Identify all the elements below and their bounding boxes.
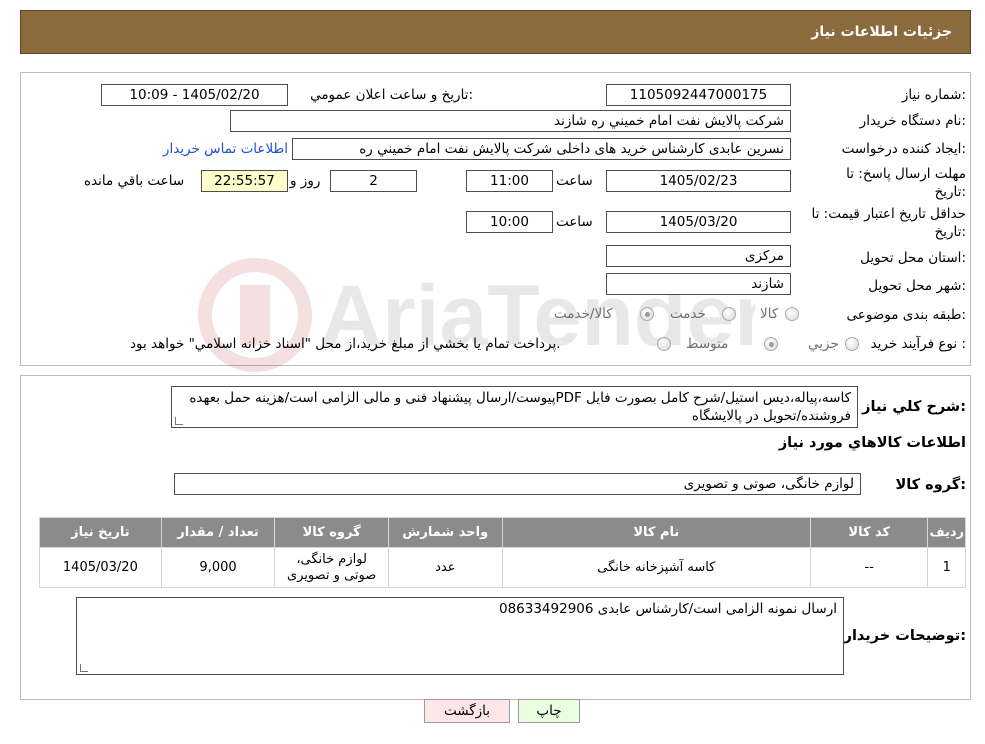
- summary-label: شرح كلي نياز:: [862, 399, 966, 415]
- back-button[interactable]: بازگشت: [424, 699, 510, 723]
- category-radio-service[interactable]: [722, 307, 736, 321]
- cell-group: لوازم خانگی، صوتی و تصویری: [274, 547, 389, 588]
- cell-row-number: 1: [927, 547, 966, 588]
- col-quantity: تعداد / مقدار: [160, 517, 276, 548]
- process-radio-treasury[interactable]: [657, 337, 671, 351]
- cell-unit: عدد: [387, 547, 503, 588]
- need-number-field: 1105092447000175: [606, 84, 791, 106]
- deadline-date-field: 1405/02/23: [606, 170, 791, 192]
- items-table: رديف كد كالا نام كالا واحد شمارش گروه كا…: [39, 517, 966, 588]
- announce-date-label: تاریخ و ساعت اعلان عمومي:: [310, 87, 473, 103]
- col-need-date: تاريخ نياز: [39, 517, 162, 548]
- price-validity-time-field: 10:00: [466, 211, 553, 233]
- buyer-org-field: شرکت پالايش نفت امام خميني ره شازند: [230, 110, 791, 132]
- province-label: استان محل تحويل:: [860, 250, 966, 266]
- remaining-time-field: 22:55:57: [201, 170, 288, 192]
- cell-item-code: --: [810, 547, 929, 588]
- buyer-notes-label: توضيحات خريدار:: [843, 628, 966, 644]
- category-option-service: خدمت: [670, 306, 706, 322]
- city-field: شازند: [606, 273, 791, 295]
- process-type-label: نوع فرآيند خريد :: [870, 336, 966, 352]
- cell-item-name: کاسه آشپزخانه خانگی: [501, 547, 812, 588]
- col-row-number: رديف: [927, 517, 966, 548]
- summary-text: کاسه،پیاله،دیس استیل/شرح کامل بصورت فایل…: [189, 390, 851, 424]
- category-label: طبقه بندی موضوعی:: [846, 307, 966, 323]
- col-group: گروه كالا: [274, 517, 389, 548]
- category-radio-goods[interactable]: [785, 307, 799, 321]
- process-radio-medium[interactable]: [764, 337, 778, 351]
- deadline-time-label: ساعت: [556, 173, 593, 189]
- print-button[interactable]: چاپ: [518, 699, 580, 723]
- price-validity-label-date: تاريخ:: [934, 224, 966, 240]
- cell-quantity: 9,000: [160, 547, 276, 588]
- page-header: جزئیات اطلاعات نیاز: [20, 10, 971, 54]
- creator-label: ايجاد كننده درخواست:: [841, 141, 966, 157]
- days-field: 2: [330, 170, 417, 192]
- goods-group-field: لوازم خانگی، صوتی و تصویری: [174, 473, 861, 495]
- deadline-label: مهلت ارسال پاسخ: تا: [846, 166, 966, 182]
- buyer-org-label: نام دستگاه خريدار:: [859, 113, 966, 129]
- page-title: جزئیات اطلاعات نیاز: [811, 24, 952, 40]
- items-table-header: رديف كد كالا نام كالا واحد شمارش گروه كا…: [39, 517, 966, 548]
- summary-textarea[interactable]: کاسه،پیاله،دیس استیل/شرح کامل بصورت فایل…: [171, 386, 858, 428]
- process-radio-minor[interactable]: [845, 337, 859, 351]
- col-item-code: كد كالا: [810, 517, 929, 548]
- col-unit: واحد شمارش: [387, 517, 503, 548]
- deadline-time-field: 11:00: [466, 170, 553, 192]
- need-number-label: شماره نیاز:: [901, 87, 966, 103]
- process-option-medium: متوسط: [686, 336, 729, 352]
- resize-handle-icon[interactable]: [175, 417, 183, 425]
- process-option-minor: جزيي: [808, 336, 839, 352]
- announce-date-field: 1405/02/20 - 10:09: [101, 84, 288, 106]
- deadline-label-date: تاريخ:: [934, 184, 966, 200]
- price-validity-time-label: ساعت: [556, 214, 593, 230]
- table-row: 1 -- کاسه آشپزخانه خانگی عدد لوازم خانگی…: [39, 547, 966, 588]
- creator-field: نسرين عابدی کارشناس خريد های داخلی شرکت …: [292, 138, 791, 160]
- buyer-notes-textarea[interactable]: ارسال نمونه الزامی است/کارشناس عابدی 086…: [76, 597, 844, 675]
- treasury-note: پرداخت تمام يا بخشي از مبلغ خريد،از محل …: [130, 336, 561, 352]
- category-option-goods-service: کالا/خدمت: [554, 306, 613, 322]
- city-label: شهر محل تحويل:: [868, 278, 966, 294]
- price-validity-label: حداقل تاريخ اعتبار قيمت: تا: [811, 206, 966, 222]
- category-option-goods: کالا: [760, 306, 779, 322]
- remaining-time-label: ساعت باقي مانده: [84, 173, 185, 189]
- price-validity-date-field: 1405/03/20: [606, 211, 791, 233]
- col-item-name: نام كالا: [501, 517, 812, 548]
- resize-handle-icon[interactable]: [80, 664, 88, 672]
- items-section-title: اطلاعات كالاهاي مورد نياز: [778, 435, 966, 451]
- buyer-contact-link[interactable]: اطلاعات تماس خريدار: [163, 141, 288, 157]
- province-field: مرکزی: [606, 245, 791, 267]
- goods-group-label: گروه كالا:: [895, 477, 966, 493]
- category-radio-goods-service[interactable]: [640, 307, 654, 321]
- buyer-notes-text: ارسال نمونه الزامی است/کارشناس عابدی 086…: [498, 601, 837, 617]
- cell-need-date: 1405/03/20: [39, 547, 162, 588]
- days-label: روز و: [290, 173, 321, 189]
